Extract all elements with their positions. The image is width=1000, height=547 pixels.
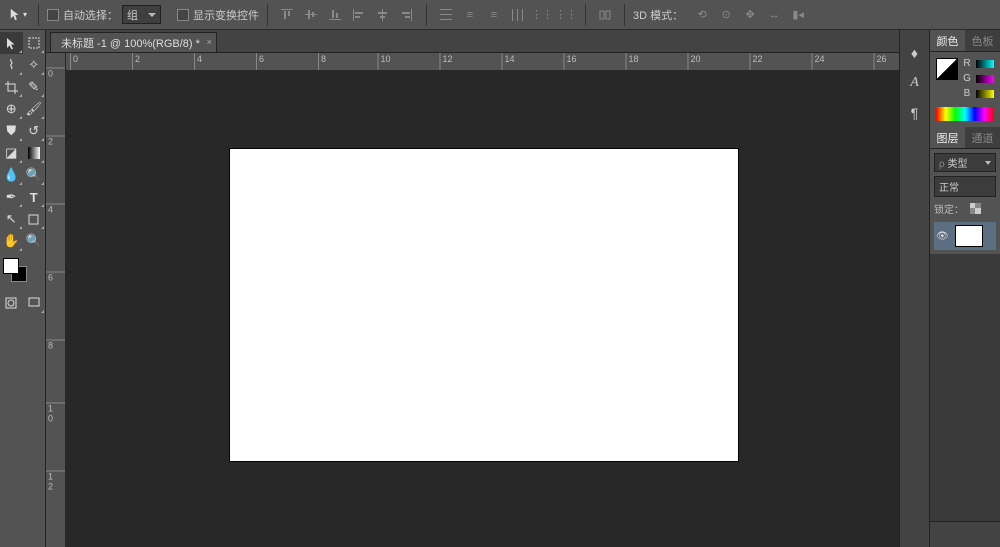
align-vcenter-icon[interactable] — [300, 5, 322, 25]
layers-tab[interactable]: 图层 — [930, 127, 965, 148]
vertical-ruler[interactable]: 024681012 — [46, 53, 66, 547]
visibility-icon[interactable]: 👁 — [936, 231, 949, 242]
3d-zoom-icon[interactable]: ▮◂ — [787, 5, 809, 25]
eraser-tool[interactable]: ◪ — [0, 142, 23, 164]
layer-thumbnail[interactable] — [955, 225, 983, 247]
dist-right-icon[interactable]: ⋮⋮ — [555, 5, 577, 25]
marquee-tool[interactable] — [23, 32, 46, 54]
current-tool-icon: ▾ — [6, 4, 30, 26]
lock-row: 锁定： — [934, 201, 996, 216]
crop-tool[interactable] — [0, 76, 23, 98]
dist-bottom-icon[interactable]: ≡ — [483, 5, 505, 25]
blend-mode-dropdown[interactable]: 正常 — [934, 176, 996, 197]
color-tab[interactable]: 颜色 — [930, 30, 965, 51]
shape-tool[interactable] — [23, 208, 46, 230]
color-swatch[interactable] — [936, 58, 958, 80]
stamp-tool[interactable]: ⛊ — [0, 120, 23, 142]
align-bottom-icon[interactable] — [324, 5, 346, 25]
g-slider[interactable] — [976, 75, 994, 83]
align-top-icon[interactable] — [276, 5, 298, 25]
auto-select-dropdown[interactable]: 组 — [122, 5, 161, 24]
path-select-tool[interactable]: ↖ — [0, 208, 23, 230]
separator — [585, 4, 586, 26]
dist-hcenter-icon[interactable]: ⋮⋮ — [531, 5, 553, 25]
screen-mode-icon[interactable] — [23, 292, 46, 314]
show-transform-checkbox[interactable]: 显示变换控件 — [177, 7, 259, 23]
align-left-icon[interactable] — [348, 5, 370, 25]
separator — [38, 4, 39, 26]
distribute-group: ≡ ≡ ⋮⋮ ⋮⋮ — [435, 5, 577, 25]
options-bar: ▾ 自动选择： 组 显示变换控件 ≡ ≡ ⋮⋮ ⋮⋮ — [0, 0, 1000, 30]
3d-orbit-icon[interactable]: ⟲ — [691, 5, 713, 25]
eyedropper-tool[interactable]: ✎ — [23, 76, 46, 98]
lock-transparent-icon[interactable] — [970, 203, 981, 214]
brush-tool[interactable]: 🖌 — [23, 98, 46, 120]
healing-tool[interactable]: ⊕ — [0, 98, 23, 120]
foreground-color[interactable] — [3, 258, 19, 274]
separator — [624, 4, 625, 26]
auto-select-checkbox[interactable]: 自动选择： — [47, 7, 118, 23]
close-tab-icon[interactable]: × — [207, 37, 212, 47]
tools-panel: ⌇ ✧ ✎ ⊕ 🖌 ⛊ ↺ ◪ 💧 🔍 — [0, 30, 46, 547]
dist-top-icon[interactable] — [435, 5, 457, 25]
b-slider[interactable] — [976, 90, 994, 98]
3d-mode-group: ⟲ ⊙ ✥ ↔ ▮◂ — [691, 5, 809, 25]
layer-kind-dropdown[interactable]: ρ 类型 — [934, 153, 996, 172]
auto-align-icon[interactable] — [594, 5, 616, 25]
pen-tool[interactable]: ✒ — [0, 186, 23, 208]
move-tool[interactable] — [0, 32, 23, 54]
3d-pan-icon[interactable]: ✥ — [739, 5, 761, 25]
separator — [426, 4, 427, 26]
separator — [267, 4, 268, 26]
paragraph-panel-icon[interactable]: ¶ — [911, 105, 919, 121]
r-slider[interactable] — [976, 60, 994, 68]
swatches-tab[interactable]: 色板 — [965, 30, 1000, 51]
character-panel-icon[interactable]: A — [910, 75, 919, 91]
hand-tool[interactable]: ✋ — [0, 230, 23, 252]
align-group — [276, 5, 418, 25]
dodge-tool[interactable]: 🔍 — [23, 164, 46, 186]
align-right-icon[interactable] — [396, 5, 418, 25]
document-tabs: 未标题 -1 @ 100%(RGB/8) * × — [46, 30, 899, 53]
color-panel-tabs: 颜色 色板 — [930, 30, 1000, 52]
dist-left-icon[interactable] — [507, 5, 529, 25]
3d-roll-icon[interactable]: ⊙ — [715, 5, 737, 25]
dist-vcenter-icon[interactable]: ≡ — [459, 5, 481, 25]
gradient-tool[interactable] — [23, 142, 46, 164]
history-brush-tool[interactable]: ↺ — [23, 120, 46, 142]
align-hcenter-icon[interactable] — [372, 5, 394, 25]
zoom-tool[interactable]: 🔍 — [23, 230, 46, 252]
layers-panel-tabs: 图层 通道 — [930, 127, 1000, 149]
canvas[interactable] — [230, 149, 738, 461]
lasso-tool[interactable]: ⌇ — [0, 54, 23, 76]
layer-row[interactable]: 👁 — [934, 222, 996, 250]
canvas-viewport[interactable] — [66, 71, 899, 547]
channels-tab[interactable]: 通道 — [965, 127, 1000, 148]
3d-mode-label: 3D 模式： — [633, 7, 683, 23]
color-panel: R G B — [930, 52, 1000, 127]
history-panel-icon[interactable]: ♦ — [911, 45, 918, 61]
panel-footer — [930, 521, 1000, 547]
blur-tool[interactable]: 💧 — [0, 164, 23, 186]
layers-panel: ρ 类型 正常 锁定： 👁 — [930, 149, 1000, 254]
document-tab[interactable]: 未标题 -1 @ 100%(RGB/8) * × — [50, 32, 217, 52]
text-tool[interactable]: T — [23, 186, 46, 208]
right-dock: ♦ A ¶ 颜色 色板 R G B — [899, 30, 1000, 547]
color-swatches[interactable] — [3, 258, 42, 288]
3d-slide-icon[interactable]: ↔ — [763, 5, 785, 25]
quick-mask-icon[interactable] — [0, 292, 23, 314]
horizontal-ruler[interactable]: 02468101214161820222426 — [66, 53, 899, 71]
color-spectrum[interactable] — [936, 107, 994, 121]
wand-tool[interactable]: ✧ — [23, 54, 46, 76]
